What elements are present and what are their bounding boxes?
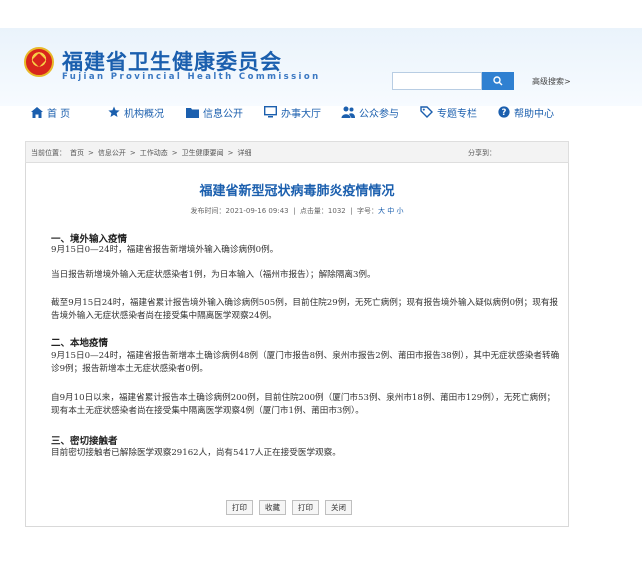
article-paragraph: 当日报告新增境外输入无症状感染者1例，为日本输入（福州市报告）；解除隔离3例。 bbox=[51, 270, 376, 280]
breadcrumb-item[interactable]: 信息公开 bbox=[98, 149, 126, 157]
breadcrumb-item[interactable]: 首页 bbox=[70, 149, 84, 157]
nav-special-topics[interactable]: 专题专栏 bbox=[420, 103, 477, 121]
section-heading: 二、本地疫情 bbox=[51, 338, 109, 349]
tag-icon bbox=[420, 106, 433, 118]
favorite-button[interactable]: 收藏 bbox=[259, 500, 286, 515]
nav-service-hall[interactable]: 办事大厅 bbox=[264, 103, 321, 121]
star-icon bbox=[108, 106, 120, 117]
breadcrumb-prefix: 当前位置： bbox=[31, 149, 66, 157]
nav-public-participation[interactable]: 公众参与 bbox=[341, 103, 399, 121]
site-subtitle: Fujian Provincial Health Commission bbox=[62, 72, 321, 82]
close-button[interactable]: 关闭 bbox=[325, 500, 352, 515]
national-emblem-icon bbox=[24, 47, 54, 77]
breadcrumb-separator: > bbox=[171, 149, 178, 157]
nav-info-public-label: 信息公开 bbox=[203, 108, 243, 120]
section-heading: 一、境外输入疫情 bbox=[51, 234, 128, 245]
view-count: 点击量：1032 bbox=[299, 207, 346, 215]
svg-text:?: ? bbox=[502, 108, 507, 118]
search-input[interactable] bbox=[392, 72, 482, 90]
article-paragraph: 截至9月15日24时，福建省累计报告境外输入确诊病例505例，目前住院29例，无… bbox=[51, 298, 559, 321]
print-button[interactable]: 打印 bbox=[226, 500, 253, 515]
nav-info-public[interactable]: 信息公开 bbox=[186, 103, 243, 121]
help-icon: ? bbox=[498, 106, 510, 118]
breadcrumb-separator: > bbox=[88, 149, 94, 157]
article-title: 福建省新型冠状病毒肺炎疫情情况 bbox=[199, 184, 395, 199]
font-size-label: 字号： bbox=[357, 207, 379, 215]
nav-help-center-label: 帮助中心 bbox=[514, 108, 554, 120]
article-actions: 打印 收藏 打印 关闭 bbox=[226, 500, 352, 515]
article-paragraph: 9月15日0—24时，福建省报告新增本土确诊病例48例（厦门市报告8例、泉州市报… bbox=[51, 351, 560, 374]
publish-date: 发布时间：2021-09-16 09:43 bbox=[190, 207, 289, 215]
nav-home[interactable]: 首 页 bbox=[31, 103, 70, 121]
share-label: 分享到： bbox=[468, 149, 496, 157]
search-button[interactable] bbox=[482, 72, 514, 90]
breadcrumb-item[interactable]: 卫生健康要闻 bbox=[182, 149, 224, 157]
nav-public-participation-label: 公众参与 bbox=[359, 108, 399, 120]
breadcrumb-separator: > bbox=[227, 149, 234, 157]
breadcrumb-item[interactable]: 工作动态 bbox=[140, 149, 168, 157]
breadcrumb-separator: > bbox=[129, 149, 136, 157]
folder-icon bbox=[186, 107, 199, 118]
nav-organization-label: 机构概况 bbox=[124, 108, 164, 120]
page: 福建省卫生健康委员会 Fujian Provincial Health Comm… bbox=[0, 0, 642, 561]
breadcrumb: 当前位置： 首页 > 信息公开 > 工作动态 > 卫生健康要闻 > 详细 bbox=[31, 148, 256, 158]
article-meta: 发布时间：2021-09-16 09:43 | 点击量：1032 | 字号：大 … bbox=[190, 207, 404, 215]
search-icon bbox=[493, 76, 503, 86]
nav-special-topics-label: 专题专栏 bbox=[437, 108, 477, 120]
font-size-links[interactable]: 大 中 小 bbox=[378, 207, 403, 215]
home-icon bbox=[31, 106, 43, 118]
print-button-2[interactable]: 打印 bbox=[292, 500, 319, 515]
nav-organization[interactable]: 机构概况 bbox=[108, 103, 164, 121]
nav-service-hall-label: 办事大厅 bbox=[281, 108, 321, 120]
people-icon bbox=[341, 106, 355, 118]
article-paragraph: 目前密切接触者已解除医学观察29162人，尚有5417人正在接受医学观察。 bbox=[51, 448, 341, 458]
monitor-icon bbox=[264, 106, 277, 118]
article-paragraph: 自9月10日以来，福建省累计报告本土确诊病例200例，目前住院200例（厦门市5… bbox=[51, 393, 556, 416]
breadcrumb-item: 详细 bbox=[237, 149, 252, 157]
nav-home-label: 首 页 bbox=[47, 108, 71, 120]
nav-help-center[interactable]: ? 帮助中心 bbox=[498, 103, 554, 121]
advanced-search-link[interactable]: 高级搜索> bbox=[532, 76, 571, 87]
article-paragraph: 9月15日0—24时，福建省报告新增境外输入确诊病例0例。 bbox=[51, 245, 279, 255]
section-heading: 三、密切接触者 bbox=[51, 436, 118, 447]
